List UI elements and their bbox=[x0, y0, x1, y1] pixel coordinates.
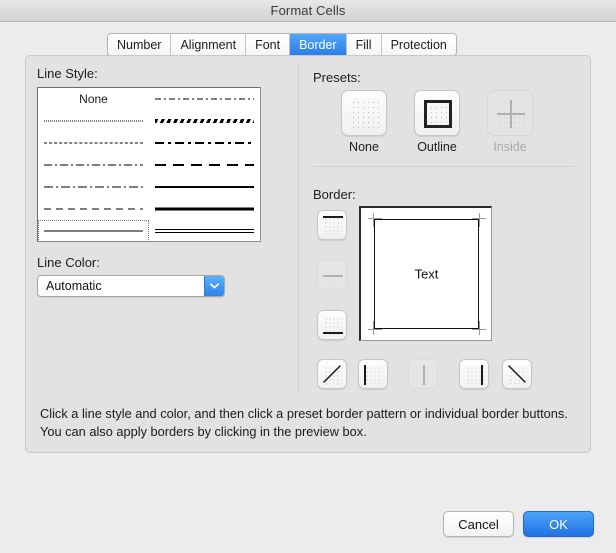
border-diagonal-down-button[interactable] bbox=[502, 359, 532, 389]
line-swatch bbox=[44, 142, 143, 144]
preset-none[interactable]: None bbox=[341, 90, 387, 154]
line-style-dashed-medium[interactable] bbox=[38, 198, 149, 220]
corner-tick bbox=[368, 329, 382, 330]
line-style-none-label: None bbox=[79, 92, 108, 106]
border-diagonal-up-button[interactable] bbox=[317, 359, 347, 389]
preset-outline-label: Outline bbox=[417, 140, 457, 154]
border-horizontal-mid-button bbox=[317, 260, 347, 290]
outline-box-icon bbox=[424, 100, 452, 128]
line-style-dotted-fine[interactable] bbox=[38, 110, 149, 132]
preview-cell[interactable]: Text bbox=[374, 219, 479, 329]
border-vertical-mid-button bbox=[408, 359, 438, 389]
border-top-icon bbox=[323, 216, 343, 218]
line-color-select[interactable]: Automatic bbox=[37, 275, 225, 297]
title-bar[interactable]: Format Cells bbox=[0, 0, 616, 22]
line-swatch bbox=[44, 230, 143, 232]
line-swatch bbox=[44, 120, 143, 122]
line-swatch bbox=[155, 207, 254, 211]
line-style-solid-medium[interactable] bbox=[149, 176, 260, 198]
line-style-picker[interactable]: None bbox=[37, 87, 261, 242]
border-bottom-icon bbox=[323, 332, 343, 334]
ok-button[interactable]: OK bbox=[523, 511, 594, 537]
preset-inside-icon bbox=[487, 90, 533, 136]
border-preview-box[interactable]: Text bbox=[359, 206, 492, 341]
line-style-solid-bold[interactable] bbox=[149, 198, 260, 220]
panel-divider bbox=[298, 64, 299, 394]
dot-grid-icon bbox=[324, 217, 342, 235]
line-style-dash-dot-bold[interactable] bbox=[149, 132, 260, 154]
preset-none-label: None bbox=[349, 140, 379, 154]
preset-none-icon[interactable] bbox=[341, 90, 387, 136]
border-right-button[interactable] bbox=[459, 359, 489, 389]
presets-label: Presets: bbox=[313, 70, 361, 85]
line-style-double[interactable] bbox=[149, 220, 260, 242]
dot-grid-icon bbox=[365, 366, 383, 384]
border-left-button[interactable] bbox=[358, 359, 388, 389]
tab-font[interactable]: Font bbox=[246, 34, 291, 55]
line-style-dash-dot-thin-2[interactable] bbox=[38, 176, 149, 198]
tab-protection[interactable]: Protection bbox=[381, 34, 456, 55]
inside-cross-icon bbox=[497, 113, 525, 115]
line-swatch bbox=[44, 186, 143, 188]
tab-alignment[interactable]: Alignment bbox=[171, 34, 247, 55]
border-bottom-button[interactable] bbox=[317, 310, 347, 340]
border-label: Border: bbox=[313, 187, 356, 202]
line-swatch bbox=[155, 119, 254, 123]
format-cells-dialog: Format Cells Number Alignment Font Borde… bbox=[0, 0, 616, 553]
line-style-none[interactable]: None bbox=[38, 88, 149, 110]
line-swatch bbox=[155, 164, 254, 166]
line-swatch bbox=[155, 229, 254, 233]
line-style-hatched[interactable] bbox=[149, 110, 260, 132]
preset-inside-label: Inside bbox=[493, 140, 527, 154]
line-swatch bbox=[155, 98, 254, 100]
preset-outline[interactable]: Outline bbox=[414, 90, 460, 154]
line-style-dashed-bold[interactable] bbox=[149, 154, 260, 176]
corner-tick bbox=[479, 321, 480, 335]
line-color-label: Line Color: bbox=[37, 255, 100, 270]
tab-border[interactable]: Border bbox=[290, 34, 347, 55]
line-style-solid-thin[interactable] bbox=[38, 220, 149, 242]
tab-number[interactable]: Number bbox=[108, 34, 172, 55]
border-vertical-mid-icon bbox=[423, 365, 425, 385]
window-title: Format Cells bbox=[270, 3, 346, 18]
border-right-icon bbox=[481, 365, 483, 385]
line-swatch bbox=[155, 186, 254, 188]
section-separator bbox=[313, 166, 574, 167]
line-style-dotted[interactable] bbox=[38, 132, 149, 154]
border-left-icon bbox=[364, 365, 366, 385]
line-style-dash-dot-fine[interactable] bbox=[149, 88, 260, 110]
border-horizontal-mid-icon bbox=[323, 275, 343, 277]
presets-group: None Outline Inside bbox=[341, 90, 533, 154]
preset-inside: Inside bbox=[487, 90, 533, 154]
dot-grid-icon bbox=[351, 100, 379, 128]
diagonal-down-icon bbox=[508, 365, 526, 383]
line-swatch bbox=[44, 208, 143, 210]
help-text: Click a line style and color, and then c… bbox=[40, 406, 568, 439]
cancel-button[interactable]: Cancel bbox=[443, 511, 514, 537]
border-top-button[interactable] bbox=[317, 210, 347, 240]
diagonal-up-icon bbox=[323, 365, 341, 383]
line-style-dash-dot-thin[interactable] bbox=[38, 154, 149, 176]
tab-bar: Number Alignment Font Border Fill Protec… bbox=[107, 33, 457, 56]
tab-fill[interactable]: Fill bbox=[346, 34, 382, 55]
preview-text: Text bbox=[414, 266, 439, 282]
corner-tick bbox=[479, 213, 480, 227]
chevron-down-icon[interactable] bbox=[204, 276, 224, 296]
line-swatch bbox=[155, 142, 254, 144]
border-tab-panel: Line Style: None Line Color: Automatic P… bbox=[25, 55, 591, 453]
line-swatch bbox=[44, 164, 143, 166]
preset-outline-icon[interactable] bbox=[414, 90, 460, 136]
line-color-value: Automatic bbox=[46, 279, 102, 293]
line-style-label: Line Style: bbox=[37, 66, 98, 81]
